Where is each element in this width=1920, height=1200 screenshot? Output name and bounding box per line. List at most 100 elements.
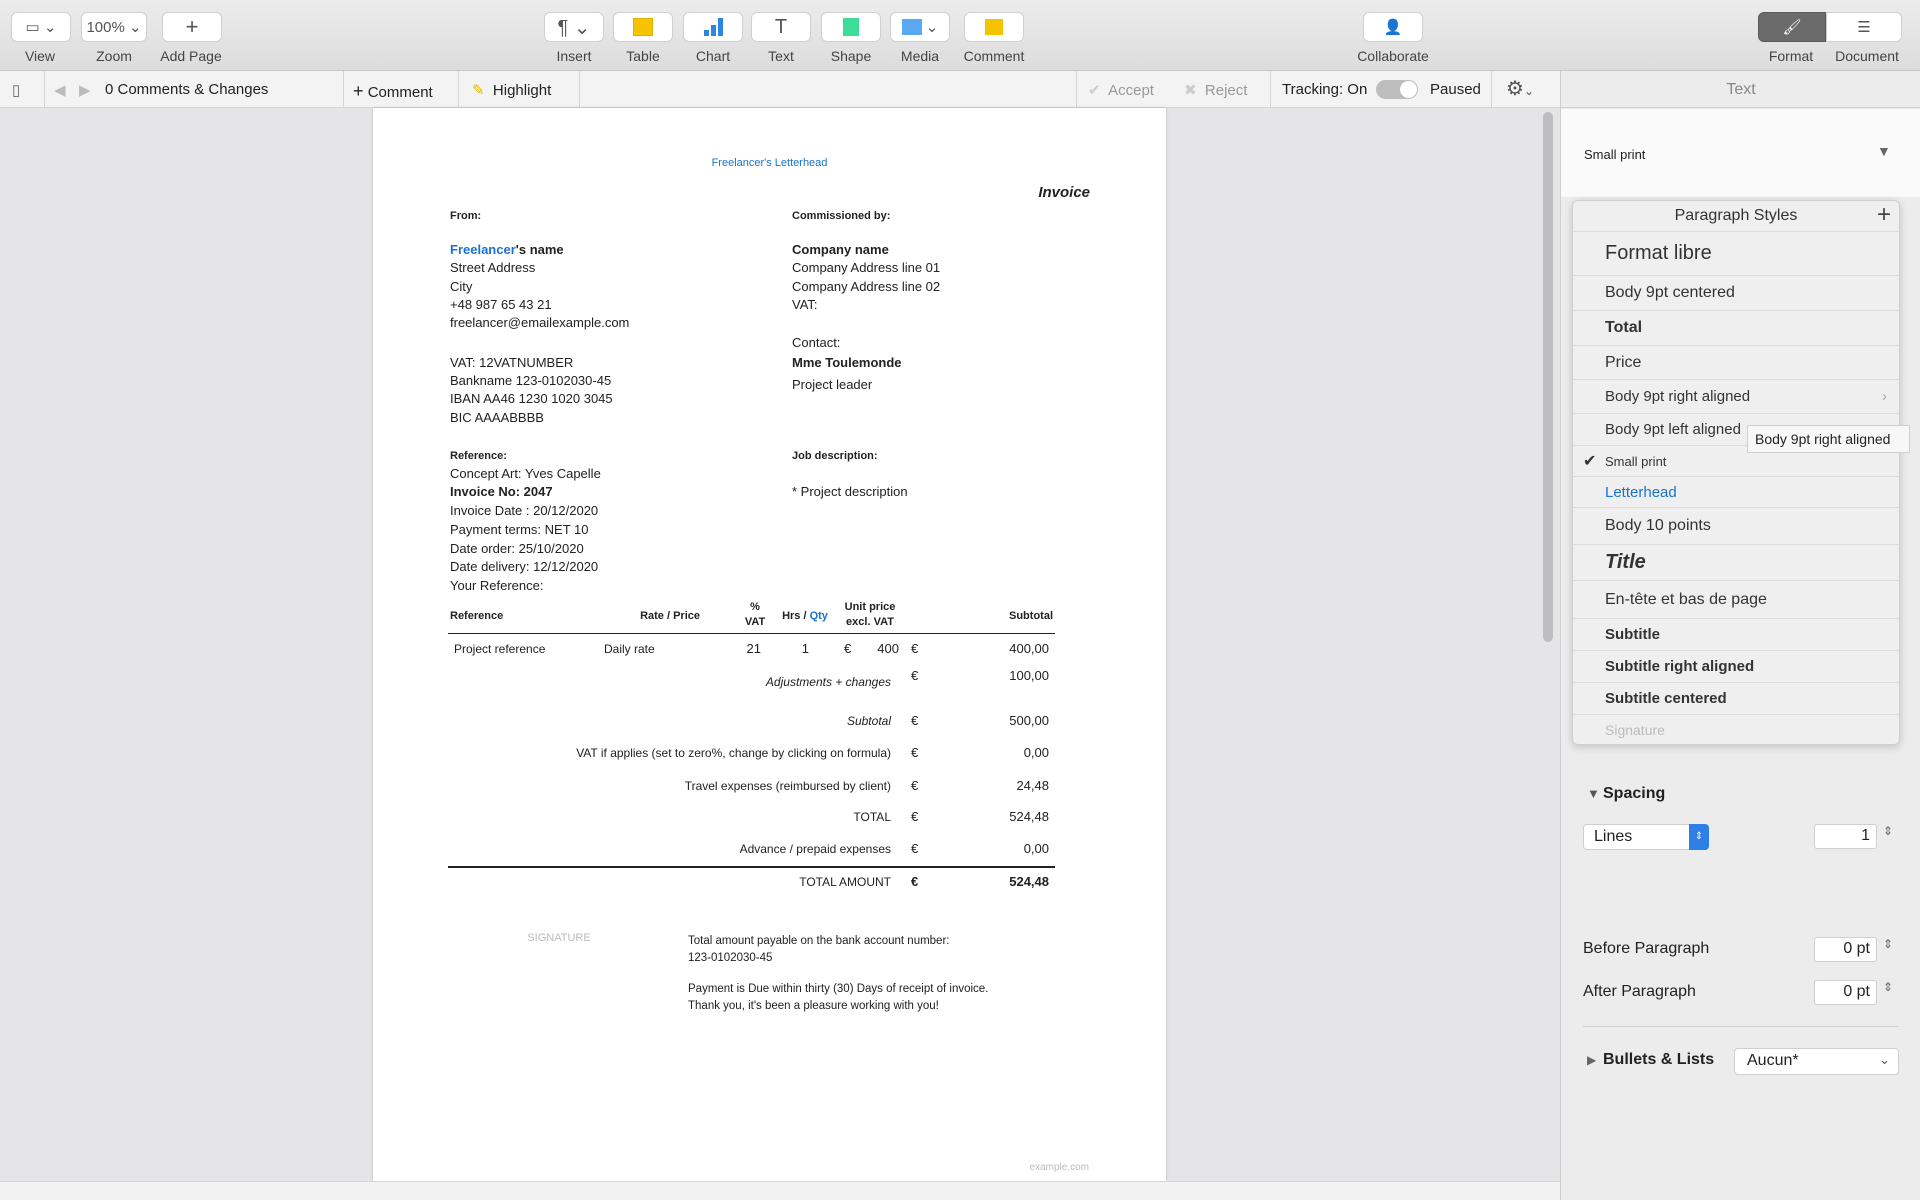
document-page[interactable]: Freelancer's Letterhead Invoice From: Fr…	[373, 108, 1166, 1181]
media-button[interactable]: ⌄	[890, 12, 950, 42]
view-button[interactable]: ▭ ⌄	[11, 12, 71, 42]
add-comment-button[interactable]: + Comment	[353, 81, 433, 102]
tab-text[interactable]: Text	[1561, 71, 1920, 108]
style-item[interactable]: Subtitle right aligned	[1573, 650, 1899, 682]
paragraph-style-selector[interactable]: Small print ▼	[1561, 109, 1920, 197]
bank-line: VAT: 12VATNUMBER	[450, 355, 574, 370]
footer-text: example.com	[1029, 1162, 1089, 1173]
style-item[interactable]: Subtitle	[1573, 618, 1899, 650]
spacing-mode-select[interactable]: Lines ⇕	[1583, 824, 1709, 850]
style-item[interactable]: Title	[1573, 544, 1899, 580]
style-item[interactable]: Format libre	[1573, 231, 1899, 275]
add-style-icon[interactable]: +	[1877, 201, 1891, 229]
media-icon	[901, 19, 922, 35]
reject-button[interactable]: ✖ Reject	[1184, 81, 1247, 99]
style-item[interactable]: Body 9pt centered	[1573, 275, 1899, 310]
reject-label: Reject	[1204, 82, 1248, 99]
toolbar: ▭ ⌄ View 100% ⌄ Zoom + Add Page ¶ ⌄ Inse…	[0, 0, 1920, 71]
style-item[interactable]: Body 9pt right aligned ›	[1573, 379, 1899, 413]
total-currency: €	[911, 874, 919, 889]
format-button[interactable]: 🖌	[1758, 12, 1826, 42]
job-text: * Project description	[792, 484, 908, 499]
from-line: +48 987 65 43 21	[450, 297, 552, 312]
chart-button[interactable]	[683, 12, 743, 42]
style-item-label: Price	[1605, 353, 1642, 371]
style-item[interactable]: Letterhead	[1573, 476, 1899, 507]
contact-role: Project leader	[792, 377, 873, 392]
summary-value: 100,00	[1009, 668, 1049, 683]
from-line: Street Address	[450, 260, 536, 275]
before-paragraph-field[interactable]: 0 pt	[1814, 937, 1877, 962]
signature-placeholder: SIGNATURE	[527, 932, 591, 944]
checkmark-circle-icon: ✔	[1088, 82, 1101, 99]
paused-label: Paused	[1430, 81, 1481, 98]
contact-label: Contact:	[792, 335, 841, 350]
zoom-button[interactable]: 100% ⌄	[81, 12, 147, 42]
text-label: Text	[768, 48, 794, 64]
add-page-button[interactable]: +	[162, 12, 222, 42]
style-item[interactable]: En-tête et bas de page	[1573, 580, 1899, 618]
style-item[interactable]: Subtitle centered	[1573, 682, 1899, 714]
highlight-button[interactable]: ✎ Highlight	[472, 81, 551, 99]
reference-label: Reference:	[450, 450, 507, 462]
previous-arrow-icon[interactable]: ◀	[54, 81, 66, 99]
payment-line: Thank you, it's been a pleasure working …	[688, 1000, 939, 1012]
style-item-label: Small print	[1605, 453, 1667, 469]
line-spacing-field[interactable]: 1	[1814, 824, 1877, 849]
from-line: City	[450, 279, 473, 294]
style-item[interactable]: Body 10 points	[1573, 507, 1899, 544]
bullets-lists-label: Bullets & Lists	[1603, 1051, 1715, 1068]
bank-line: Bankname 123-0102030-45	[450, 373, 612, 388]
sidebar-toggle-icon[interactable]: ▯	[12, 81, 20, 99]
table-button[interactable]	[613, 12, 673, 42]
document-button[interactable]: ☰	[1826, 12, 1902, 42]
comment-button[interactable]	[964, 12, 1024, 42]
shape-icon	[843, 18, 859, 36]
commissioned-label: Commissioned by:	[792, 210, 891, 222]
tracking-toggle[interactable]	[1376, 80, 1418, 99]
accept-label: Accept	[1108, 82, 1154, 99]
before-paragraph-stepper[interactable]: ⇕	[1883, 937, 1893, 951]
reference-line: Date order: 25/10/2020	[450, 541, 584, 556]
summary-label: Subtotal	[846, 714, 891, 728]
accept-button[interactable]: ✔ Accept	[1088, 81, 1154, 99]
chevron-down-icon: ⌄	[1879, 1052, 1890, 1067]
cell-currency: €	[844, 641, 852, 656]
chart-label: Chart	[695, 48, 731, 64]
document-label: Document	[1835, 48, 1899, 64]
cell-unit-price: 400	[877, 641, 899, 656]
tab-text-label: Text	[1726, 81, 1756, 98]
bank-line: IBAN AA46 1230 1020 3045	[450, 391, 613, 406]
gear-icon[interactable]: ⚙⌄	[1506, 76, 1534, 101]
comments-bar: ▯ ◀ ▶ 0 Comments & Changes + Comment ✎ H…	[0, 71, 1560, 108]
selected-style: Small print	[1584, 147, 1646, 162]
style-item[interactable]: Signature	[1573, 714, 1899, 745]
summary-value: 524,48	[1009, 809, 1049, 824]
document-icon: ☰	[1857, 19, 1871, 36]
letterhead: Freelancer's Letterhead	[711, 157, 828, 169]
collaborate-button[interactable]: 👤	[1363, 12, 1423, 42]
style-item[interactable]: Price	[1573, 345, 1899, 379]
company-line: Company Address line 02	[792, 279, 941, 294]
after-paragraph-label: After Paragraph	[1583, 983, 1696, 1000]
x-circle-icon: ✖	[1184, 82, 1197, 99]
next-arrow-icon[interactable]: ▶	[79, 81, 91, 99]
bullets-select[interactable]: Aucun* ⌄	[1734, 1048, 1899, 1075]
style-item[interactable]: Total	[1573, 310, 1899, 345]
bullets-disclosure-icon[interactable]: ▶	[1587, 1053, 1596, 1067]
after-paragraph-stepper[interactable]: ⇕	[1883, 980, 1893, 994]
vertical-scrollbar[interactable]	[1543, 112, 1553, 642]
chevron-right-icon: ›	[1882, 388, 1887, 405]
shape-button[interactable]	[821, 12, 881, 42]
cell-reference: Project reference	[454, 642, 546, 656]
text-button[interactable]: T	[751, 12, 811, 42]
after-paragraph-field[interactable]: 0 pt	[1814, 980, 1877, 1005]
line-spacing-stepper[interactable]: ⇕	[1883, 824, 1893, 838]
summary-currency: €	[911, 713, 919, 728]
spacing-disclosure-icon[interactable]: ▼	[1587, 786, 1600, 801]
insert-button[interactable]: ¶ ⌄	[544, 12, 604, 42]
from-line: freelancer@emailexample.com	[450, 315, 630, 330]
summary-currency: €	[911, 809, 919, 824]
summary-currency: €	[911, 841, 919, 856]
cell-rate: Daily rate	[604, 642, 655, 656]
